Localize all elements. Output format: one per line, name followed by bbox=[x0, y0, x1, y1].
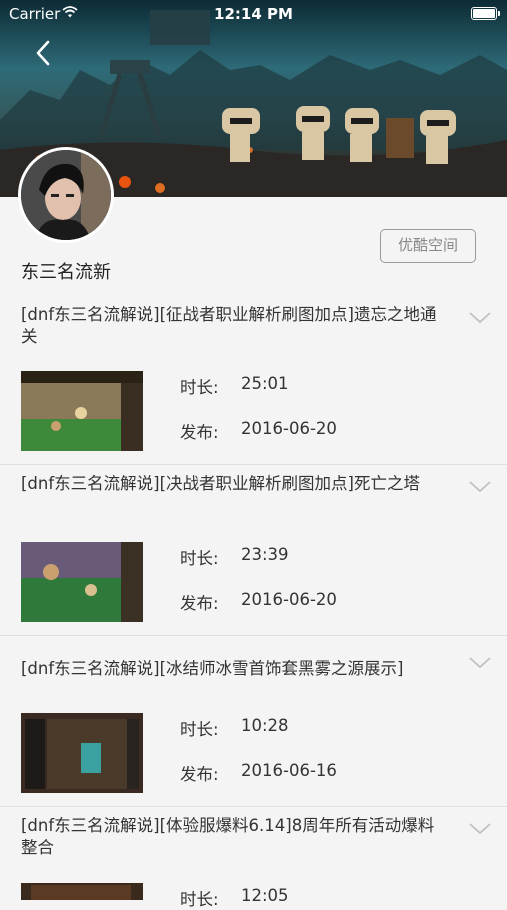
video-thumbnail[interactable] bbox=[21, 883, 143, 900]
video-thumbnail[interactable] bbox=[21, 713, 143, 793]
battery-icon bbox=[471, 7, 500, 20]
chevron-left-icon bbox=[36, 40, 50, 66]
status-bar: Carrier 12:14 PM bbox=[0, 0, 507, 28]
duration-value: 25:01 bbox=[241, 374, 289, 393]
video-list-item[interactable]: [dnf东三名流解说][征战者职业解析刷图加点]遗忘之地通关 时长: 25:01… bbox=[0, 296, 507, 465]
duration-label: 时长: bbox=[180, 378, 219, 397]
video-thumbnail[interactable] bbox=[21, 542, 143, 622]
chevron-down-icon[interactable] bbox=[468, 822, 492, 836]
duration-value: 10:28 bbox=[241, 716, 289, 735]
published-label: 发布: bbox=[180, 765, 219, 784]
video-title[interactable]: [dnf东三名流解说][决战者职业解析刷图加点]死亡之塔 bbox=[21, 473, 446, 495]
video-title[interactable]: [dnf东三名流解说][征战者职业解析刷图加点]遗忘之地通关 bbox=[21, 304, 446, 348]
duration-label: 时长: bbox=[180, 549, 219, 568]
video-list-item[interactable]: [dnf东三名流解说][冰结师冰雪首饰套黑雾之源展示] 时长: 10:28 发布… bbox=[0, 636, 507, 807]
avatar[interactable] bbox=[18, 147, 114, 243]
channel-name: 东三名流新 bbox=[21, 262, 111, 283]
video-list-item[interactable]: [dnf东三名流解说][体验服爆料6.14]8周年所有活动爆料整合 时长: 12… bbox=[0, 807, 507, 909]
duration-label: 时长: bbox=[180, 890, 219, 909]
published-value: 2016-06-20 bbox=[241, 590, 337, 609]
avatar-photo bbox=[21, 150, 111, 240]
chevron-down-icon[interactable] bbox=[468, 480, 492, 494]
video-thumbnail[interactable] bbox=[21, 371, 143, 451]
video-title[interactable]: [dnf东三名流解说][冰结师冰雪首饰套黑雾之源展示] bbox=[21, 658, 446, 680]
chevron-down-icon[interactable] bbox=[468, 656, 492, 670]
back-button[interactable] bbox=[30, 38, 60, 70]
published-value: 2016-06-16 bbox=[241, 761, 337, 780]
video-list-item[interactable]: [dnf东三名流解说][决战者职业解析刷图加点]死亡之塔 时长: 23:39 发… bbox=[0, 465, 507, 636]
video-title[interactable]: [dnf东三名流解说][体验服爆料6.14]8周年所有活动爆料整合 bbox=[21, 815, 446, 859]
published-value: 2016-06-20 bbox=[241, 419, 337, 438]
duration-value: 12:05 bbox=[241, 886, 289, 905]
duration-value: 23:39 bbox=[241, 545, 289, 564]
published-label: 发布: bbox=[180, 594, 219, 613]
status-time: 12:14 PM bbox=[214, 5, 293, 23]
chevron-down-icon[interactable] bbox=[468, 311, 492, 325]
published-label: 发布: bbox=[180, 423, 219, 442]
youku-space-button[interactable]: 优酷空间 bbox=[380, 229, 476, 263]
duration-label: 时长: bbox=[180, 720, 219, 739]
